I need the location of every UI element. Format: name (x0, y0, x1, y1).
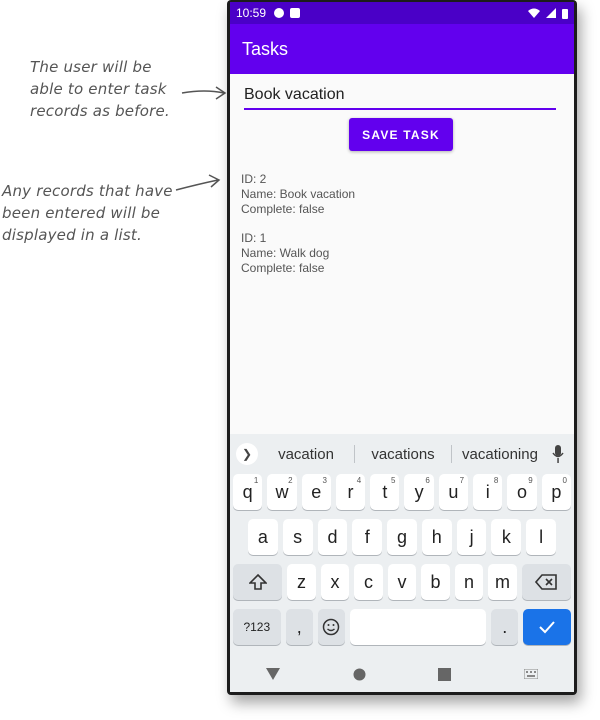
home-icon[interactable] (353, 668, 366, 681)
keyboard-row-4: ?123 , . (230, 609, 574, 645)
suggestion-2[interactable]: vacations (355, 446, 451, 463)
suggestion-3[interactable]: vacationing (452, 446, 548, 463)
key-e[interactable]: e3 (301, 474, 331, 510)
task-name-input[interactable] (244, 82, 556, 110)
signal-icon (546, 8, 556, 18)
phone-screen: 10:59 Tasks SAVE TASK ID: 2 Name: Book v… (230, 2, 574, 692)
key-k[interactable]: k (491, 519, 522, 555)
shift-key[interactable] (233, 564, 283, 600)
annotation-arrow-entry (181, 86, 227, 100)
annotation-arrow-list (175, 174, 221, 191)
status-bar: 10:59 (230, 2, 574, 24)
list-item: ID: 1 Name: Walk dog Complete: false (241, 231, 355, 276)
key-d[interactable]: d (317, 519, 348, 555)
key-m[interactable]: m (488, 564, 517, 600)
key-g[interactable]: g (387, 519, 417, 555)
task-name: Name: Walk dog (241, 246, 330, 260)
keyboard-row-3: zxcvbnm (230, 564, 574, 600)
status-time: 10:59 (236, 6, 267, 20)
space-key[interactable] (350, 609, 487, 645)
task-complete: Complete: false (241, 202, 325, 216)
key-q[interactable]: q1 (233, 474, 263, 510)
recents-icon[interactable] (438, 667, 452, 681)
back-icon[interactable] (266, 668, 281, 680)
task-complete: Complete: false (241, 261, 325, 275)
key-y[interactable]: y6 (404, 474, 434, 510)
microphone-icon[interactable] (548, 445, 568, 463)
sd-card-icon (290, 8, 301, 18)
emoji-key[interactable] (317, 609, 346, 645)
key-j[interactable]: j (456, 519, 487, 555)
key-v[interactable]: v (387, 564, 417, 600)
keyboard-row-2: asdfghjkl (230, 519, 574, 555)
key-z[interactable]: z (287, 564, 316, 600)
battery-icon (562, 8, 568, 19)
app-title: Tasks (242, 38, 289, 59)
shift-icon (248, 573, 267, 590)
soft-keyboard: ❯ vacation vacations vacationing q1w2e3r… (230, 434, 574, 692)
suggestion-1[interactable]: vacation (258, 446, 354, 463)
emoji-icon (323, 618, 340, 636)
symbols-key[interactable]: ?123 (233, 609, 281, 645)
period-key[interactable]: . (491, 609, 519, 645)
task-id: ID: 2 (241, 172, 267, 186)
keyboard-switch-icon[interactable] (523, 669, 538, 679)
annotation-list: Any records that have been entered will … (2, 182, 173, 244)
key-u[interactable]: u7 (438, 474, 469, 510)
save-task-button[interactable]: SAVE TASK (349, 118, 453, 151)
task-name: Name: Book vacation (241, 187, 356, 201)
backspace-icon (535, 574, 558, 590)
task-list: ID: 2 Name: Book vacation Complete: fals… (241, 172, 355, 290)
comma-key[interactable]: , (285, 609, 313, 645)
key-a[interactable]: a (248, 519, 278, 555)
annotation-entry: The user will be able to enter task reco… (30, 58, 170, 120)
key-p[interactable]: p0 (541, 474, 571, 510)
app-bar: Tasks (230, 24, 574, 74)
enter-key[interactable] (523, 609, 571, 645)
key-o[interactable]: o9 (507, 474, 537, 510)
list-item: ID: 2 Name: Book vacation Complete: fals… (241, 172, 355, 217)
key-x[interactable]: x (320, 564, 350, 600)
suggestion-strip: ❯ vacation vacations vacationing (230, 434, 574, 474)
main-content: SAVE TASK ID: 2 Name: Book vacation Comp… (230, 74, 574, 434)
wifi-icon (528, 8, 540, 18)
key-w[interactable]: w2 (267, 474, 297, 510)
key-i[interactable]: i8 (473, 474, 503, 510)
key-n[interactable]: n (454, 564, 484, 600)
key-l[interactable]: l (526, 519, 557, 555)
checkmark-icon (539, 621, 555, 634)
key-c[interactable]: c (354, 564, 383, 600)
key-b[interactable]: b (421, 564, 450, 600)
navigation-bar (230, 656, 574, 692)
key-r[interactable]: r4 (335, 474, 366, 510)
key-f[interactable]: f (352, 519, 383, 555)
keyboard-row-1: q1w2e3r4t5y6u7i8o9p0 (230, 474, 574, 510)
play-store-icon (274, 8, 285, 18)
chevron-right-icon[interactable]: ❯ (236, 443, 258, 465)
task-id: ID: 1 (241, 231, 267, 245)
backspace-key[interactable] (521, 564, 571, 600)
key-h[interactable]: h (421, 519, 452, 555)
key-t[interactable]: t5 (370, 474, 400, 510)
key-s[interactable]: s (282, 519, 313, 555)
